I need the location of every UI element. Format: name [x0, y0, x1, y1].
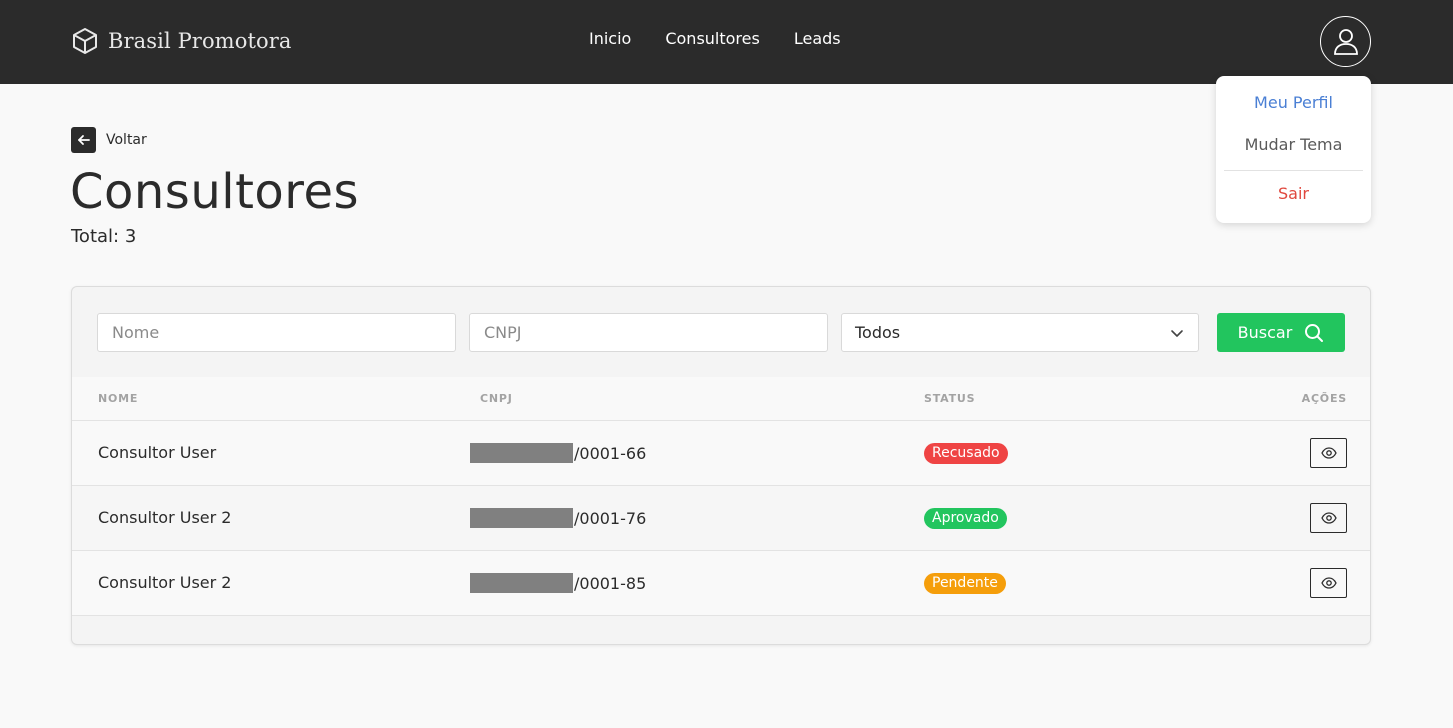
table-row: Consultor User 2 /0001-76 Aprovado — [72, 486, 1370, 551]
redacted-block — [470, 573, 573, 593]
cnpj-suffix: /0001-66 — [574, 443, 647, 463]
menu-item-mudar-tema[interactable]: Mudar Tema — [1216, 135, 1371, 154]
column-header-cnpj: CNPJ — [480, 392, 513, 405]
menu-item-sair[interactable]: Sair — [1216, 184, 1371, 203]
cell-cnpj: /0001-85 — [470, 573, 646, 593]
user-dropdown-menu: Meu Perfil Mudar Tema Sair — [1216, 76, 1371, 223]
view-button[interactable] — [1310, 503, 1347, 533]
back-link[interactable]: Voltar — [71, 127, 147, 153]
status-badge: Aprovado — [924, 508, 1007, 529]
cell-nome: Consultor User 2 — [98, 508, 232, 527]
table-header: NOME CNPJ STATUS AÇÕES — [72, 377, 1370, 421]
eye-icon — [1320, 512, 1337, 524]
redacted-block — [470, 443, 573, 463]
redacted-block — [470, 508, 573, 528]
brand-name: Brasil Promotora — [108, 29, 292, 53]
status-badge: Recusado — [924, 443, 1008, 464]
cnpj-suffix: /0001-76 — [574, 508, 647, 528]
search-button-label: Buscar — [1237, 323, 1293, 342]
eye-icon — [1320, 577, 1337, 589]
nav-link-inicio[interactable]: Inicio — [589, 29, 631, 48]
eye-icon — [1320, 447, 1337, 459]
chevron-down-icon — [1171, 330, 1183, 337]
cell-nome: Consultor User 2 — [98, 573, 232, 592]
nav-link-consultores[interactable]: Consultores — [665, 29, 760, 48]
name-filter-input[interactable] — [97, 313, 456, 352]
cell-nome: Consultor User — [98, 443, 217, 462]
arrow-left-icon — [71, 127, 96, 153]
consultores-table: NOME CNPJ STATUS AÇÕES Consultor User /0… — [72, 377, 1370, 616]
brand[interactable]: Brasil Promotora — [72, 26, 291, 56]
column-header-status: STATUS — [924, 392, 976, 405]
search-button[interactable]: Buscar — [1217, 313, 1345, 352]
column-header-nome: NOME — [98, 392, 139, 405]
total-count: Total: 3 — [71, 226, 137, 247]
user-menu-button[interactable] — [1320, 16, 1371, 67]
cell-cnpj: /0001-76 — [470, 508, 646, 528]
table-body: Consultor User /0001-66 Recusado Consult… — [72, 421, 1370, 616]
column-header-acoes: AÇÕES — [1301, 392, 1347, 405]
consultores-card: Todos Buscar NOME CNPJ STATUS AÇÕES Cons… — [71, 286, 1371, 645]
menu-divider — [1224, 170, 1363, 171]
table-row: Consultor User /0001-66 Recusado — [72, 421, 1370, 486]
search-icon — [1305, 323, 1324, 342]
cnpj-suffix: /0001-85 — [574, 573, 647, 593]
cnpj-filter-input[interactable] — [469, 313, 828, 352]
cube-icon — [73, 28, 97, 54]
status-badge: Pendente — [924, 573, 1006, 594]
status-filter-value: Todos — [855, 323, 901, 342]
back-label: Voltar — [106, 132, 147, 148]
table-row: Consultor User 2 /0001-85 Pendente — [72, 551, 1370, 616]
menu-item-meu-perfil[interactable]: Meu Perfil — [1216, 93, 1371, 112]
status-filter-select[interactable]: Todos — [841, 313, 1199, 352]
view-button[interactable] — [1310, 568, 1347, 598]
cell-cnpj: /0001-66 — [470, 443, 646, 463]
page-title: Consultores — [70, 164, 359, 220]
view-button[interactable] — [1310, 438, 1347, 468]
nav-link-leads[interactable]: Leads — [794, 29, 841, 48]
main-nav: Inicio Consultores Leads — [589, 29, 841, 48]
top-navbar: Brasil Promotora Inicio Consultores Lead… — [0, 0, 1453, 84]
user-icon — [1333, 28, 1358, 55]
